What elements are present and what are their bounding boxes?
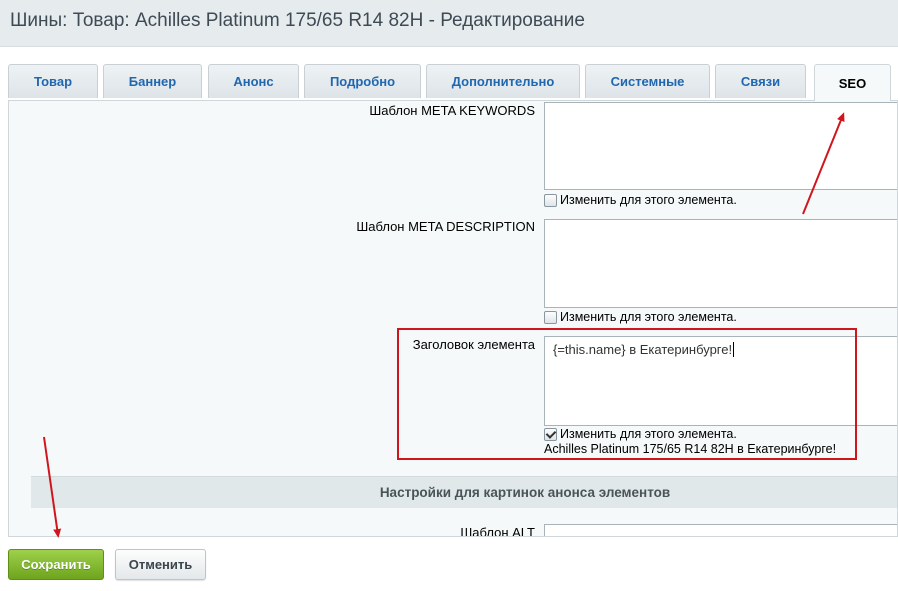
- meta-keywords-checkbox-label: Изменить для этого элемента.: [560, 193, 737, 207]
- meta-description-checkbox[interactable]: [544, 310, 557, 324]
- meta-description-override: Изменить для этого элемента.: [544, 310, 737, 324]
- tab-dopolnitelno[interactable]: Дополнительно: [426, 64, 580, 98]
- tab-tovar[interactable]: Товар: [8, 64, 98, 98]
- element-title-label: Заголовок элемента: [412, 337, 535, 352]
- tab-sistemnye[interactable]: Системные: [585, 64, 710, 98]
- element-title-value: {=this.name} в Екатеринбурге!: [553, 342, 733, 357]
- meta-keywords-checkbox[interactable]: [544, 193, 557, 207]
- cancel-button[interactable]: Отменить: [115, 549, 206, 580]
- element-title-textarea[interactable]: {=this.name} в Екатеринбурге!: [544, 336, 897, 426]
- tab-podrobno[interactable]: Подробно: [304, 64, 421, 98]
- meta-keywords-override: Изменить для этого элемента.: [544, 193, 737, 207]
- title-bar: Шины: Товар: Achilles Platinum 175/65 R1…: [0, 0, 898, 47]
- alt-template-label: Шаблон ALT: [460, 525, 535, 537]
- tab-banner[interactable]: Баннер: [103, 64, 202, 98]
- meta-description-label: Шаблон META DESCRIPTION: [356, 219, 535, 234]
- section-header: Настройки для картинок анонса элементов: [31, 476, 897, 508]
- seo-panel: Шаблон META KEYWORDS Изменить для этого …: [8, 100, 898, 537]
- tab-anons[interactable]: Анонс: [208, 64, 299, 98]
- element-title-preview: Achilles Platinum 175/65 R14 82H в Екате…: [544, 442, 837, 456]
- tab-bar: Товар Баннер Анонс Подробно Дополнительн…: [8, 64, 898, 101]
- element-title-checkbox-label: Изменить для этого элемента.: [560, 427, 737, 441]
- save-button[interactable]: Сохранить: [8, 549, 104, 580]
- meta-description-checkbox-label: Изменить для этого элемента.: [560, 310, 737, 324]
- tab-seo[interactable]: SEO: [814, 64, 891, 101]
- meta-description-textarea[interactable]: [544, 219, 897, 308]
- text-cursor: [733, 342, 735, 357]
- meta-keywords-label: Шаблон META KEYWORDS: [369, 103, 535, 118]
- element-title-override: Изменить для этого элемента.: [544, 427, 737, 441]
- meta-keywords-textarea[interactable]: [544, 102, 897, 190]
- alt-template-textarea[interactable]: [544, 524, 897, 536]
- page-title: Шины: Товар: Achilles Platinum 175/65 R1…: [10, 10, 585, 31]
- tab-svyazi[interactable]: Связи: [715, 64, 806, 98]
- element-title-checkbox[interactable]: [544, 427, 557, 441]
